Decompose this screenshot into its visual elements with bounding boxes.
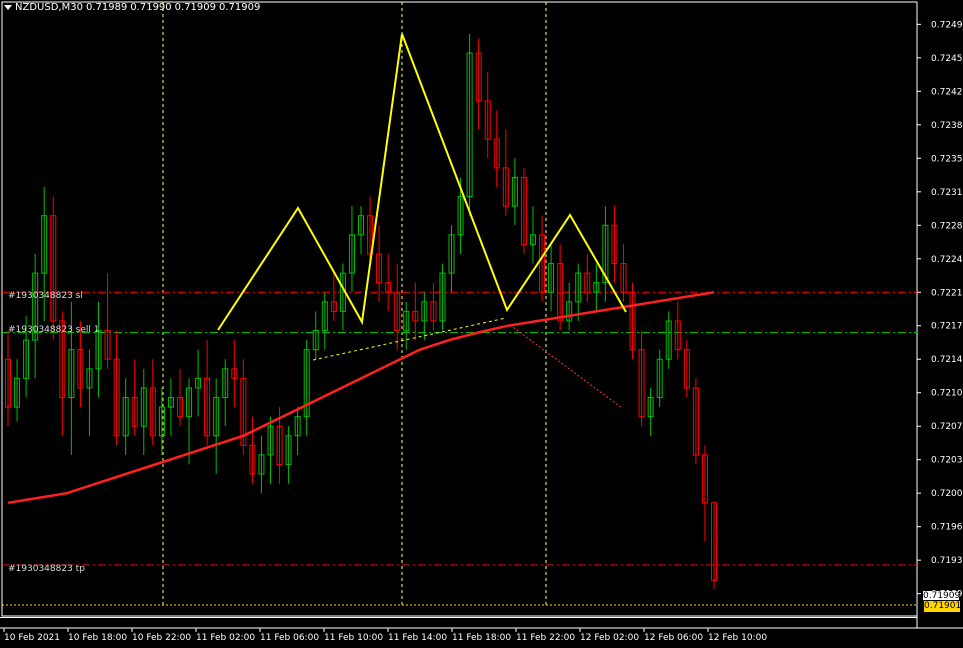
time-tick-label: 11 Feb 02:00 [196,633,255,643]
price-tick-label: 0.72210 [931,288,963,298]
price-tick-label: 0.72140 [931,355,963,365]
price-tick-label: 0.71965 [931,523,963,533]
time-tick-label: 11 Feb 14:00 [388,633,447,643]
time-tick-label: 11 Feb 10:00 [324,633,383,643]
time-tick-label: 10 Feb 18:00 [68,633,127,643]
chevron-down-icon[interactable] [4,4,12,10]
plot-frame [1,1,918,617]
chart-window[interactable]: 0.72490 0.72455 0.72420 0.72385 0.72350 0.723… [0,0,963,648]
price-tick-label: 0.72000 [931,489,963,499]
time-tick-label: 10 Feb 22:00 [132,633,191,643]
order-sell-label[interactable]: #1930348823 sell 1 [8,325,99,335]
price-tick-label: 0.72105 [931,389,963,399]
price-chart[interactable]: 0.72490 0.72455 0.72420 0.72385 0.72350 0.723… [0,0,963,648]
time-tick-label: 11 Feb 22:00 [516,633,575,643]
price-tick-label: 0.72490 [931,20,963,30]
price-tick-label: 0.72420 [931,87,963,97]
time-tick-label: 12 Feb 02:00 [580,633,639,643]
price-tick-label: 0.72350 [931,154,963,164]
open-value: 0.71989 [85,2,128,13]
time-tick-label: 12 Feb 10:00 [708,633,767,643]
symbol-label: NZDUSD,M30 [15,2,83,13]
price-tick-label: 0.72280 [931,221,963,231]
price-tick-label: 0.72385 [931,121,963,131]
price-tick-label: 0.72455 [931,54,963,64]
price-tick-label: 0.71930 [931,556,963,566]
symbol-header: NZDUSD,M30 0.71989 0.71990 0.71909 0.71909 [4,2,263,13]
price-tick-label: 0.72070 [931,422,963,432]
close-value: 0.71909 [219,2,261,13]
order-sl-label[interactable]: #1930348823 sl [8,291,83,301]
horizontal-scrollbar[interactable] [0,617,917,626]
trade-path-line [509,324,623,409]
time-tick-label: 11 Feb 18:00 [452,633,511,643]
head-shoulders-pattern [217,33,627,331]
current-price-tag: 0.71901 [923,600,962,613]
price-tick-label: 0.72245 [931,255,963,265]
time-tick-label: 10 Feb 2021 [4,633,60,643]
time-tick-label: 12 Feb 06:00 [644,633,703,643]
price-tick-label: 0.72035 [931,456,963,466]
low-value: 0.71909 [174,2,217,13]
time-tick-label: 11 Feb 06:00 [260,633,319,643]
order-tp-label[interactable]: #1930348823 tp [8,564,85,574]
price-tick-label: 0.72315 [931,188,963,198]
price-tick-label: 0.72175 [931,322,963,332]
high-value: 0.71990 [130,2,172,13]
